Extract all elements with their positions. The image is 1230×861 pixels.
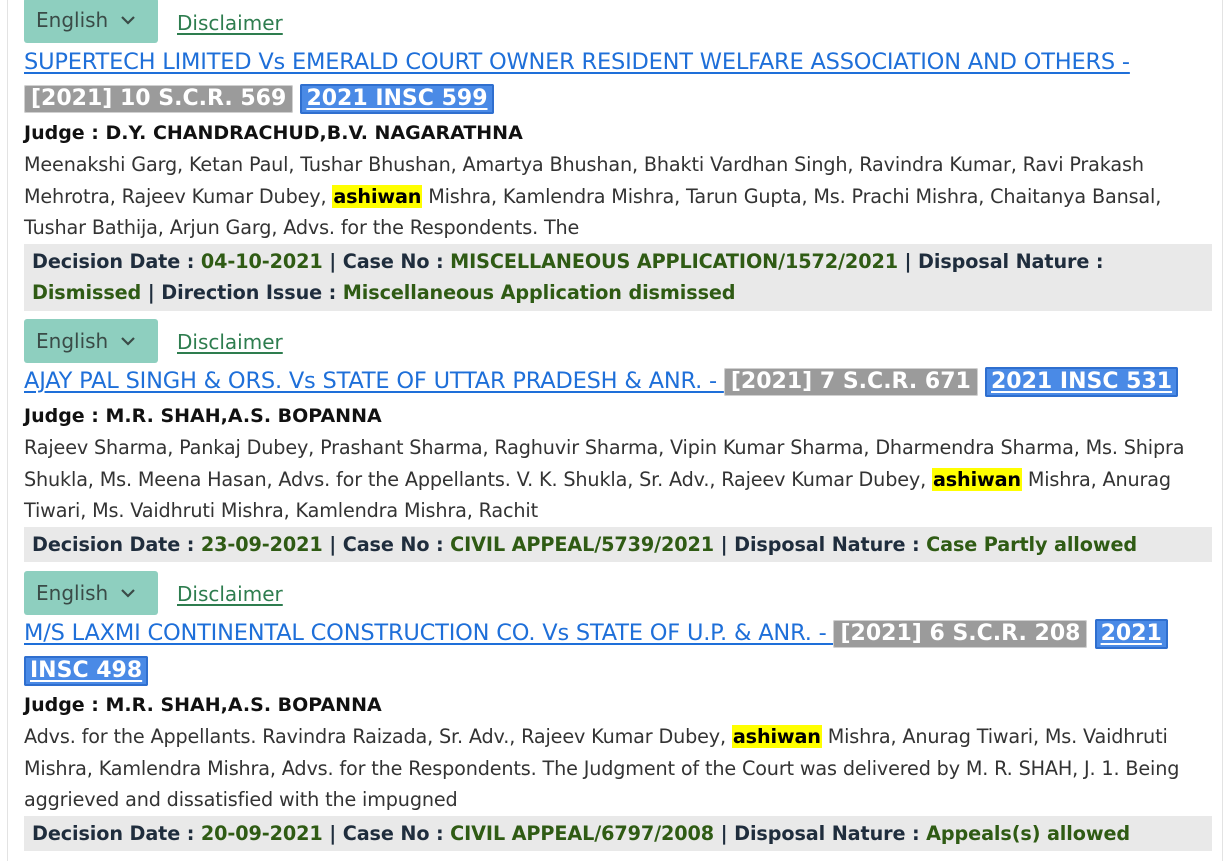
result-toolbar: English Disclaimer xyxy=(24,319,1212,363)
case-meta-bar: Decision Date : 04-10-2021 | Case No : M… xyxy=(24,243,1212,311)
disposal-label: Disposal Nature : xyxy=(918,249,1104,273)
judge-line: Judge : M.R. SHAH,A.S. BOPANNA xyxy=(24,400,1212,432)
disposal-value: Case Partly allowed xyxy=(926,532,1138,556)
insc-citation-link[interactable]: 2021 INSC 599 xyxy=(300,84,494,114)
snippet-text: Advs. for the Appellants. Ravindra Raiza… xyxy=(24,725,732,748)
direction-label: Direction Issue : xyxy=(161,281,343,304)
language-select-label: English xyxy=(36,581,109,605)
case-no-value: MISCELLANEOUS APPLICATION/1572/2021 xyxy=(450,249,898,273)
separator: | xyxy=(714,532,735,556)
search-highlight: ashiwan xyxy=(931,467,1022,491)
search-highlight: ashiwan xyxy=(332,184,423,208)
judge-names: M.R. SHAH,A.S. BOPANNA xyxy=(105,405,382,427)
disclaimer-link[interactable]: Disclaimer xyxy=(177,11,283,35)
separator: | xyxy=(322,532,343,556)
chevron-down-icon xyxy=(121,16,135,25)
case-title-link[interactable]: AJAY PAL SINGH & ORS. Vs STATE OF UTTAR … xyxy=(24,368,724,394)
disposal-label: Disposal Nature : xyxy=(734,821,927,845)
language-select[interactable]: English xyxy=(24,571,158,615)
results-panel: English Disclaimer SUPERTECH LIMITED Vs … xyxy=(7,0,1223,861)
separator: | xyxy=(322,249,343,273)
decision-date-label: Decision Date : xyxy=(32,532,201,556)
judge-label: Judge : xyxy=(24,694,106,716)
separator: | xyxy=(897,249,919,273)
decision-date-value: 23-09-2021 xyxy=(200,532,323,556)
result-item: English Disclaimer M/S LAXMI CONTINENTAL… xyxy=(24,571,1212,851)
judge-label: Judge : xyxy=(24,405,106,427)
decision-date-label: Decision Date : xyxy=(32,821,201,845)
case-no-value: CIVIL APPEAL/5739/2021 xyxy=(450,532,715,556)
case-meta-bar: Decision Date : 20-09-2021 | Case No : C… xyxy=(24,815,1212,851)
search-highlight: ashiwan xyxy=(731,725,822,748)
case-no-label: Case No : xyxy=(342,532,451,556)
case-no-value: CIVIL APPEAL/6797/2008 xyxy=(450,821,715,845)
language-select[interactable]: English xyxy=(24,319,158,363)
chevron-down-icon xyxy=(121,589,135,598)
judge-line: Judge : D.Y. CHANDRACHUD,B.V. NAGARATHNA xyxy=(24,117,1212,149)
disclaimer-link[interactable]: Disclaimer xyxy=(177,582,283,606)
disclaimer-link[interactable]: Disclaimer xyxy=(177,330,283,354)
result-toolbar: English Disclaimer xyxy=(24,0,1212,44)
disposal-label: Disposal Nature : xyxy=(734,532,927,556)
result-snippet: Meenakshi Garg, Ketan Paul, Tushar Bhush… xyxy=(24,149,1212,244)
insc-citation-link[interactable]: 2021 INSC 531 xyxy=(985,367,1179,397)
case-meta-bar: Decision Date : 23-09-2021 | Case No : C… xyxy=(24,526,1212,562)
language-select-label: English xyxy=(36,329,109,353)
decision-date-value: 20-09-2021 xyxy=(200,821,323,845)
judge-line: Judge : M.R. SHAH,A.S. BOPANNA xyxy=(24,689,1212,721)
scr-citation-badge: [2021] 10 S.C.R. 569 xyxy=(24,85,294,113)
separator: | xyxy=(714,821,735,845)
chevron-down-icon xyxy=(121,337,135,346)
decision-date-value: 04-10-2021 xyxy=(200,249,323,273)
scr-citation-badge: [2021] 6 S.C.R. 208 xyxy=(833,620,1088,648)
scr-citation-badge: [2021] 7 S.C.R. 671 xyxy=(723,368,978,396)
case-no-label: Case No : xyxy=(342,249,451,273)
language-select-label: English xyxy=(36,8,109,32)
result-title: M/S LAXMI CONTINENTAL CONSTRUCTION CO. V… xyxy=(24,615,1212,689)
judge-names: M.R. SHAH,A.S. BOPANNA xyxy=(105,694,382,716)
case-title-link[interactable]: SUPERTECH LIMITED Vs EMERALD COURT OWNER… xyxy=(24,49,1130,75)
case-title-link[interactable]: M/S LAXMI CONTINENTAL CONSTRUCTION CO. V… xyxy=(24,620,833,646)
judge-label: Judge : xyxy=(24,122,106,144)
decision-date-label: Decision Date : xyxy=(32,249,201,273)
judge-names: D.Y. CHANDRACHUD,B.V. NAGARATHNA xyxy=(105,122,523,144)
disposal-value: Appeals(s) allowed xyxy=(926,821,1131,845)
direction-value: Miscellaneous Application dismissed xyxy=(342,281,736,304)
result-toolbar: English Disclaimer xyxy=(24,571,1212,615)
result-item: English Disclaimer SUPERTECH LIMITED Vs … xyxy=(24,0,1212,311)
result-item: English Disclaimer AJAY PAL SINGH & ORS.… xyxy=(24,319,1212,562)
separator: | xyxy=(141,281,162,304)
result-title: SUPERTECH LIMITED Vs EMERALD COURT OWNER… xyxy=(24,44,1212,117)
disposal-value: Dismissed xyxy=(32,281,142,304)
language-select[interactable]: English xyxy=(24,0,158,43)
result-snippet: Rajeev Sharma, Pankaj Dubey, Prashant Sh… xyxy=(24,432,1212,527)
case-no-label: Case No : xyxy=(342,821,451,845)
separator: | xyxy=(322,821,343,845)
result-snippet: Advs. for the Appellants. Ravindra Raiza… xyxy=(24,721,1212,816)
result-title: AJAY PAL SINGH & ORS. Vs STATE OF UTTAR … xyxy=(24,363,1212,400)
